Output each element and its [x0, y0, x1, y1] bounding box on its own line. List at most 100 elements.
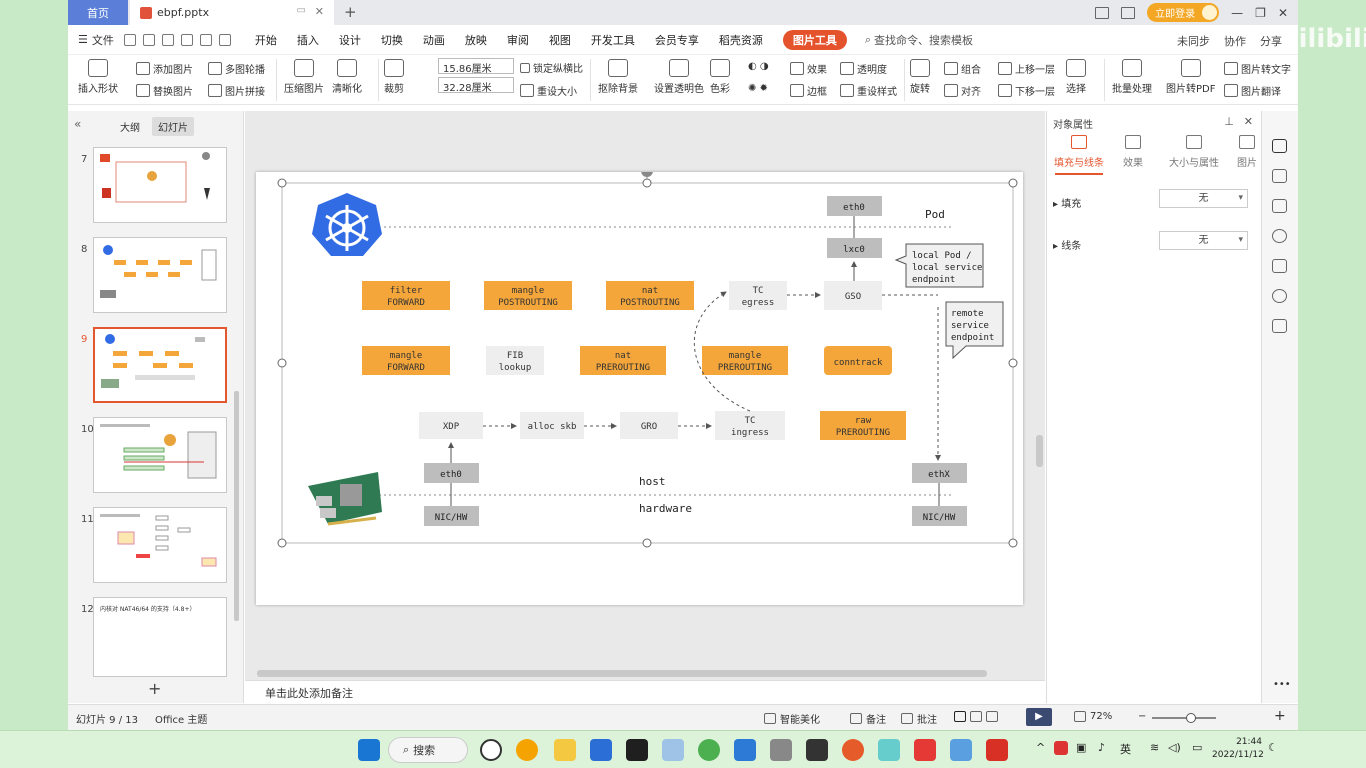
slide-thumbnail-7[interactable]: [93, 147, 227, 223]
lock-ratio-checkbox[interactable]: 锁定纵横比: [520, 60, 583, 75]
notes-area[interactable]: 单击此处添加备注: [245, 680, 1045, 704]
picture-stitch-button[interactable]: 图片拼接: [208, 83, 265, 98]
add-picture-button[interactable]: 添加图片: [136, 61, 193, 76]
close-tab-icon[interactable]: ✕: [315, 5, 324, 18]
network-tool-icon[interactable]: [950, 739, 972, 761]
tray-app2-icon[interactable]: ▣: [1076, 741, 1086, 754]
animation-icon[interactable]: [1272, 169, 1287, 183]
tab-fill-line[interactable]: 填充与线条: [1051, 135, 1107, 169]
sync-status[interactable]: 未同步: [1177, 33, 1210, 49]
remove-background-button[interactable]: 抠除背景: [598, 59, 638, 95]
thumbnail-scrollbar[interactable]: [234, 391, 239, 621]
wps-icon[interactable]: [986, 739, 1008, 761]
zoom-slider[interactable]: [1152, 713, 1216, 723]
color-button[interactable]: 色彩: [710, 59, 730, 95]
contrast-controls[interactable]: ✺ ✹: [748, 83, 768, 94]
slide-thumbnail-9[interactable]: [93, 327, 227, 403]
reset-size-button[interactable]: 重设大小: [520, 83, 577, 98]
zoom-in-button[interactable]: +: [1274, 708, 1286, 724]
to-pdf-button[interactable]: 图片转PDF: [1166, 59, 1215, 95]
slide-thumbnail-12[interactable]: 内核对 NAT46/64 的支持（4.8+）: [93, 597, 227, 677]
replace-picture-button[interactable]: 替换图片: [136, 83, 193, 98]
menu-docer[interactable]: 稻壳资源: [719, 32, 763, 48]
preview-icon[interactable]: [180, 33, 193, 46]
wifi-icon[interactable]: ≋: [1150, 741, 1159, 754]
properties-icon[interactable]: [1272, 139, 1287, 153]
height-input[interactable]: 32.28厘米: [438, 77, 514, 94]
book-icon[interactable]: [1272, 319, 1287, 333]
menu-picture-tools[interactable]: 图片工具: [782, 29, 847, 50]
restore-button[interactable]: ❐: [1255, 6, 1266, 20]
command-search[interactable]: ⌕ 查找命令、搜索模板: [865, 32, 973, 48]
zoom-knob[interactable]: [1186, 713, 1196, 723]
multi-carousel-button[interactable]: 多图轮播: [208, 61, 265, 76]
align-button[interactable]: 对齐: [944, 83, 981, 98]
select-button[interactable]: 选择: [1066, 59, 1086, 95]
fill-row[interactable]: ▸ 填充无: [1053, 189, 1253, 210]
batch-process-button[interactable]: 批量处理: [1112, 59, 1152, 95]
login-button[interactable]: 立即登录: [1147, 3, 1220, 22]
sharpen-button[interactable]: 清晰化: [332, 59, 362, 95]
template-icon[interactable]: [1272, 259, 1287, 273]
smart-beautify-button[interactable]: 智能美化: [764, 711, 820, 726]
chrome-icon[interactable]: [698, 739, 720, 761]
home-tab[interactable]: 首页: [68, 0, 128, 25]
vertical-scrollbar[interactable]: [1036, 435, 1043, 467]
youdao-icon[interactable]: [914, 739, 936, 761]
layout-icon[interactable]: [1095, 6, 1110, 19]
cloud-app-icon[interactable]: [590, 739, 612, 761]
tab-outline[interactable]: 大纲: [120, 119, 140, 134]
fill-select[interactable]: 无: [1159, 189, 1248, 208]
effect-button[interactable]: 效果: [790, 61, 827, 76]
apps-grid-icon[interactable]: [1121, 6, 1136, 19]
save-icon[interactable]: [123, 33, 136, 46]
firefox-icon[interactable]: [842, 739, 864, 761]
reset-style-button[interactable]: 重设样式: [840, 83, 897, 98]
menu-transition[interactable]: 切换: [381, 32, 403, 48]
taskbar-clock[interactable]: 21:44 2022/11/12: [1212, 736, 1264, 762]
group-button[interactable]: 组合: [944, 61, 981, 76]
notification-icon[interactable]: ☾: [1268, 741, 1278, 754]
collab-button[interactable]: 协作: [1224, 33, 1246, 49]
comments-toggle[interactable]: 批注: [901, 711, 937, 726]
pycharm-icon[interactable]: [626, 739, 648, 761]
brightness-controls[interactable]: ◐ ◑: [748, 61, 769, 72]
menu-developer[interactable]: 开发工具: [591, 32, 635, 48]
battery-icon[interactable]: ▭: [1192, 741, 1202, 754]
rotate-button[interactable]: 旋转: [910, 59, 930, 95]
pin-icon[interactable]: ▭: [297, 5, 306, 16]
sorter-view-icon[interactable]: [970, 711, 982, 722]
menu-start[interactable]: 开始: [255, 32, 277, 48]
vscode-icon[interactable]: [734, 739, 756, 761]
notes-toggle[interactable]: 备注: [850, 711, 886, 726]
slide-thumbnail-8[interactable]: [93, 237, 227, 313]
send-backward-button[interactable]: 下移一层: [998, 83, 1055, 98]
minimize-button[interactable]: —: [1231, 6, 1243, 20]
menu-design[interactable]: 设计: [339, 32, 361, 48]
zoom-out-button[interactable]: −: [1138, 711, 1146, 722]
tray-app-icon[interactable]: [1054, 741, 1068, 755]
menu-animation[interactable]: 动画: [423, 32, 445, 48]
undo-icon[interactable]: [199, 33, 212, 46]
transparency-button[interactable]: 透明度: [840, 61, 887, 76]
play-slideshow-button[interactable]: ▶: [1026, 708, 1052, 726]
search-app-icon[interactable]: [516, 739, 538, 761]
taskbar-search[interactable]: ⌕ 搜索: [388, 737, 468, 763]
rotate-handle[interactable]: [641, 165, 653, 177]
tray-chevron-icon[interactable]: ^: [1036, 741, 1045, 754]
export-icon[interactable]: [142, 33, 155, 46]
zoom-control[interactable]: 72%: [1074, 711, 1112, 722]
set-transparent-button[interactable]: 设置透明色: [654, 59, 704, 95]
menu-member[interactable]: 会员专享: [655, 32, 699, 48]
document-tab[interactable]: ebpf.pptx ▭ ✕: [130, 0, 334, 25]
menu-insert[interactable]: 插入: [297, 32, 319, 48]
file-explorer-icon[interactable]: [554, 739, 576, 761]
border-button[interactable]: 边框: [790, 83, 827, 98]
pin-panel-icon[interactable]: ⊥: [1224, 115, 1234, 128]
horizontal-scrollbar[interactable]: [257, 670, 987, 677]
photos-icon[interactable]: [662, 739, 684, 761]
close-window-button[interactable]: ✕: [1278, 6, 1288, 20]
compress-button[interactable]: 压缩图片: [284, 59, 324, 95]
share-button[interactable]: 分享: [1260, 33, 1282, 49]
bring-forward-button[interactable]: 上移一层: [998, 61, 1055, 76]
